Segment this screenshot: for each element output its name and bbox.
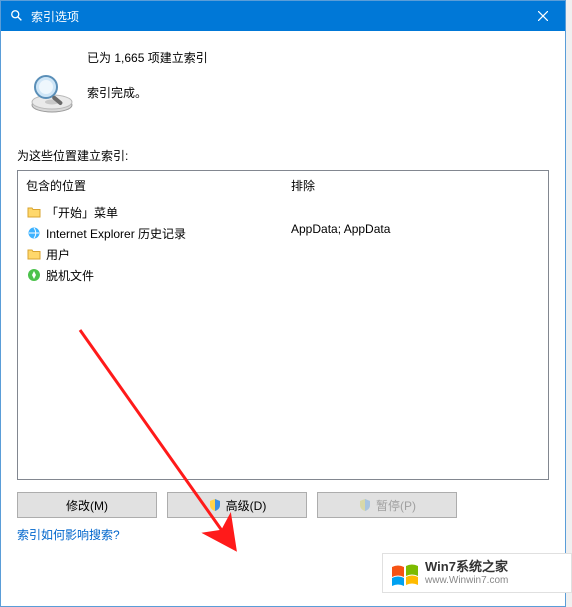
list-item[interactable]: 「开始」菜单 <box>26 202 275 222</box>
locations-listbox: 包含的位置 「开始」菜单 Internet Explorer 历史记录 <box>17 170 549 480</box>
ie-icon <box>26 225 42 241</box>
windows-logo-icon <box>389 557 421 589</box>
search-index-icon <box>9 8 25 24</box>
indexing-options-window: 索引选项 已为 1,665 项建立索引 索引完成 <box>0 0 566 607</box>
pause-button: 暂停(P) <box>317 492 457 518</box>
locations-label: 为这些位置建立索引: <box>17 147 549 164</box>
watermark: Win7系统之家 www.Winwin7.com <box>382 553 572 593</box>
content-area: 已为 1,665 项建立索引 索引完成。 为这些位置建立索引: 包含的位置 「开… <box>1 31 565 551</box>
status-text: 已为 1,665 项建立索引 索引完成。 <box>87 49 208 101</box>
watermark-title: Win7系统之家 <box>425 560 508 574</box>
status-row: 已为 1,665 项建立索引 索引完成。 <box>17 49 549 117</box>
button-label: 修改(M) <box>66 497 108 514</box>
offline-files-icon <box>26 267 42 283</box>
excluded-header: 排除 <box>291 177 540 194</box>
close-button[interactable] <box>520 1 565 31</box>
window-title: 索引选项 <box>31 8 79 25</box>
shield-icon <box>208 498 222 512</box>
folder-icon <box>26 246 42 262</box>
button-label: 高级(D) <box>226 497 267 514</box>
list-item-label: 脱机文件 <box>46 267 94 284</box>
watermark-url: www.Winwin7.com <box>425 575 508 586</box>
shield-icon <box>358 498 372 512</box>
included-column: 包含的位置 「开始」菜单 Internet Explorer 历史记录 <box>18 171 283 479</box>
excluded-text: AppData; AppData <box>291 222 540 236</box>
index-complete-text: 索引完成。 <box>87 84 208 101</box>
button-label: 暂停(P) <box>376 497 416 514</box>
excluded-column: 排除 AppData; AppData <box>283 171 548 479</box>
help-link[interactable]: 索引如何影响搜索? <box>17 526 120 543</box>
folder-icon <box>26 204 42 220</box>
button-row: 修改(M) 高级(D) 暂停(P) <box>17 492 549 518</box>
list-item-label: Internet Explorer 历史记录 <box>46 225 186 242</box>
list-item[interactable]: 用户 <box>26 244 275 264</box>
magnifier-drive-icon <box>28 69 76 117</box>
titlebar: 索引选项 <box>1 1 565 31</box>
status-icon-wrap <box>17 49 87 117</box>
included-header: 包含的位置 <box>26 177 275 194</box>
list-item-label: 用户 <box>46 246 70 263</box>
indexed-count-text: 已为 1,665 项建立索引 <box>87 49 208 66</box>
list-item[interactable]: Internet Explorer 历史记录 <box>26 223 275 243</box>
list-item-label: 「开始」菜单 <box>46 204 118 221</box>
close-icon <box>538 11 548 21</box>
modify-button[interactable]: 修改(M) <box>17 492 157 518</box>
advanced-button[interactable]: 高级(D) <box>167 492 307 518</box>
list-item[interactable]: 脱机文件 <box>26 265 275 285</box>
